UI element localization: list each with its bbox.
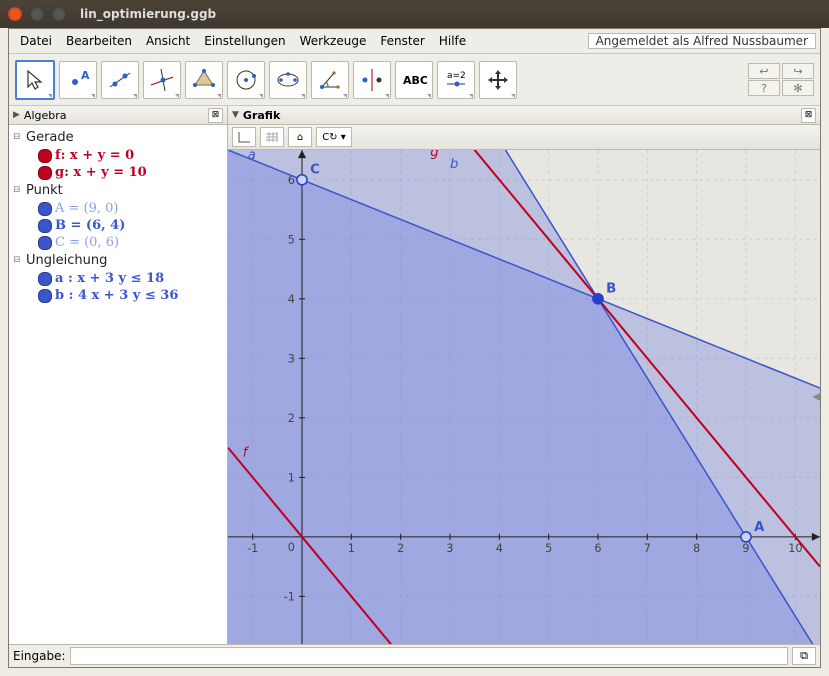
svg-text:4: 4 xyxy=(288,293,295,306)
point-tool[interactable]: A xyxy=(59,61,97,99)
svg-text:A: A xyxy=(81,69,90,82)
algebra-title: Algebra xyxy=(24,109,67,122)
svg-text:-1: -1 xyxy=(284,590,295,603)
input-bar: Eingabe: ⧉ xyxy=(9,644,820,667)
menu-tools[interactable]: Werkzeuge xyxy=(293,34,374,48)
svg-text:9: 9 xyxy=(742,542,749,555)
conic-tool[interactable] xyxy=(269,61,307,99)
angle-tool[interactable] xyxy=(311,61,349,99)
svg-text:5: 5 xyxy=(288,233,295,246)
algebra-tree[interactable]: ⊟Gerade f: x + y = 0 g: x + y = 10 ⊟Punk… xyxy=(9,125,227,644)
object-C[interactable]: C = (0, 6) xyxy=(55,234,119,251)
text-tool[interactable]: ABC xyxy=(395,61,433,99)
svg-text:3: 3 xyxy=(446,542,453,555)
visibility-dot-icon[interactable] xyxy=(38,236,52,250)
menu-help[interactable]: Hilfe xyxy=(432,34,473,48)
svg-text:2: 2 xyxy=(397,542,404,555)
reflect-tool[interactable] xyxy=(353,61,391,99)
circle-tool[interactable] xyxy=(227,61,265,99)
input-label: Eingabe: xyxy=(13,649,66,663)
undo-button[interactable]: ↩ xyxy=(748,63,780,79)
side-expand-icon[interactable]: ◀ xyxy=(812,392,820,403)
polygon-tool[interactable] xyxy=(185,61,223,99)
object-A[interactable]: A = (9, 0) xyxy=(55,200,119,217)
toolbar: A ABC a=2 ↩ ↪ ? ✻ xyxy=(9,54,820,106)
move-tool[interactable] xyxy=(15,60,55,100)
object-b[interactable]: b : 4 x + 3 y ≤ 36 xyxy=(55,287,178,304)
svg-text:2: 2 xyxy=(288,412,295,425)
window-maximize-button[interactable] xyxy=(52,7,66,21)
algebra-pane-header[interactable]: ▶ Algebra ⊠ xyxy=(9,106,227,125)
menu-file[interactable]: Datei xyxy=(13,34,59,48)
svg-text:3: 3 xyxy=(288,352,295,365)
grid-toggle-button[interactable] xyxy=(260,127,284,147)
group-ungleichung[interactable]: Ungleichung xyxy=(26,252,107,269)
window-title: lin_optimierung.ggb xyxy=(80,7,216,21)
svg-text:8: 8 xyxy=(693,542,700,555)
standard-view-dropdown[interactable]: C↻ ▾ xyxy=(316,127,352,147)
menu-window[interactable]: Fenster xyxy=(373,34,432,48)
object-g[interactable]: g: x + y = 10 xyxy=(55,164,147,181)
object-f[interactable]: f: x + y = 0 xyxy=(55,147,134,164)
menu-bar: Datei Bearbeiten Ansicht Einstellungen W… xyxy=(9,29,820,54)
menu-options[interactable]: Einstellungen xyxy=(197,34,292,48)
graphics-view[interactable]: -112345678910-11234560abfgABC ◀ xyxy=(228,150,820,644)
svg-text:b: b xyxy=(450,157,458,172)
home-view-button[interactable]: ⌂ xyxy=(288,127,312,147)
visibility-dot-icon[interactable] xyxy=(38,289,52,303)
grafik-close-button[interactable]: ⊠ xyxy=(801,108,816,123)
move-view-tool[interactable] xyxy=(479,61,517,99)
svg-text:ABC: ABC xyxy=(403,74,427,87)
visibility-dot-icon[interactable] xyxy=(38,272,52,286)
svg-text:g: g xyxy=(430,150,438,160)
group-gerade[interactable]: Gerade xyxy=(26,129,74,146)
grafik-title: Grafik xyxy=(243,109,280,122)
window-close-button[interactable] xyxy=(8,7,22,21)
window-titlebar: lin_optimierung.ggb xyxy=(0,0,829,28)
visibility-dot-icon[interactable] xyxy=(38,219,52,233)
help-button[interactable]: ? xyxy=(748,80,780,96)
collapse-icon: ▶ xyxy=(13,110,20,120)
menu-view[interactable]: Ansicht xyxy=(139,34,197,48)
menu-edit[interactable]: Bearbeiten xyxy=(59,34,139,48)
svg-text:C: C xyxy=(310,163,320,178)
object-a[interactable]: a : x + 3 y ≤ 18 xyxy=(55,270,164,287)
login-status[interactable]: Angemeldet als Alfred Nussbaumer xyxy=(588,33,816,49)
algebra-close-button[interactable]: ⊠ xyxy=(208,108,223,123)
visibility-dot-icon[interactable] xyxy=(38,166,52,180)
svg-text:-1: -1 xyxy=(247,542,258,555)
grafik-pane-header[interactable]: ▼ Grafik ⊠ xyxy=(228,106,820,125)
svg-text:B: B xyxy=(606,282,616,297)
window-minimize-button[interactable] xyxy=(30,7,44,21)
command-input[interactable] xyxy=(70,647,788,665)
visibility-dot-icon[interactable] xyxy=(38,149,52,163)
svg-text:7: 7 xyxy=(644,542,651,555)
visibility-dot-icon[interactable] xyxy=(38,202,52,216)
perp-line-tool[interactable] xyxy=(143,61,181,99)
svg-text:A: A xyxy=(754,520,765,535)
svg-text:6: 6 xyxy=(594,542,601,555)
algebra-pane: ▶ Algebra ⊠ ⊟Gerade f: x + y = 0 g: x + … xyxy=(9,106,228,644)
group-punkt[interactable]: Punkt xyxy=(26,182,63,199)
svg-text:5: 5 xyxy=(545,542,552,555)
slider-tool[interactable]: a=2 xyxy=(437,61,475,99)
svg-text:1: 1 xyxy=(348,542,355,555)
svg-text:0: 0 xyxy=(288,541,295,554)
symbol-picker-button[interactable]: ⧉ xyxy=(792,647,816,665)
object-B[interactable]: B = (6, 4) xyxy=(55,217,125,234)
line-tool[interactable] xyxy=(101,61,139,99)
collapse-icon: ▼ xyxy=(232,110,239,120)
svg-text:a: a xyxy=(248,150,256,163)
svg-text:4: 4 xyxy=(496,542,503,555)
axes-toggle-button[interactable] xyxy=(232,127,256,147)
redo-button[interactable]: ↪ xyxy=(782,63,814,79)
settings-button[interactable]: ✻ xyxy=(782,80,814,96)
svg-text:1: 1 xyxy=(288,471,295,484)
svg-text:a=2: a=2 xyxy=(447,71,466,81)
grafik-toolbar: ⌂ C↻ ▾ xyxy=(228,125,820,150)
